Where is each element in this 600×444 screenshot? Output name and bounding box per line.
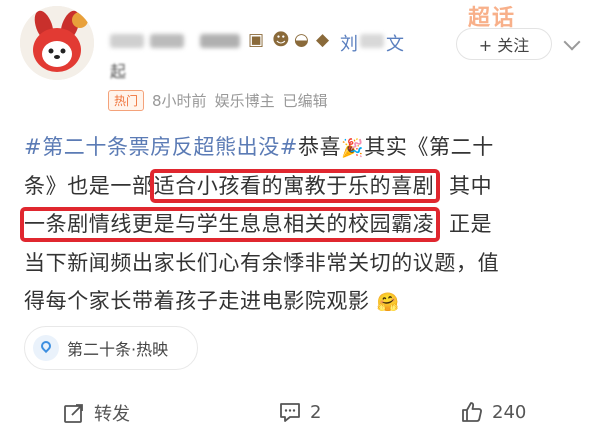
post-line: 一条剧情线更是与学生息息相关的校园霸凌 正是 bbox=[19, 205, 584, 244]
post-time: 8小时前 bbox=[152, 92, 207, 110]
post-line: 得每个家长带着孩子走进电影院观影 🤗 bbox=[24, 282, 584, 321]
hot-tag: 热门 bbox=[108, 90, 145, 111]
repost-button[interactable]: 转发 bbox=[62, 400, 130, 426]
badge-icon: ◆ bbox=[316, 30, 330, 50]
repost-icon bbox=[64, 404, 83, 423]
author-name-row[interactable]: ▣ ☻ ◒ ◆ 刘 文 bbox=[110, 30, 404, 55]
topic-label: 第二十条·热映 bbox=[67, 340, 169, 359]
badge-icon: ◒ bbox=[294, 30, 309, 50]
blurred-name bbox=[200, 34, 240, 48]
highlight-box: 适合小孩看的寓教于乐的喜剧 bbox=[149, 167, 441, 206]
like-button[interactable]: 240 bbox=[460, 400, 526, 424]
highlight-box: 一条剧情线更是与学生息息相关的校园霸凌 bbox=[19, 205, 441, 244]
party-popper-icon: 🎉 bbox=[341, 138, 365, 159]
comment-count: 2 bbox=[310, 401, 322, 423]
chevron-down-icon[interactable] bbox=[563, 33, 581, 51]
post-category: 娱乐博主 bbox=[214, 92, 275, 110]
avatar-image bbox=[20, 6, 94, 80]
post-text: 得每个家长带着孩子走进电影院观影 bbox=[24, 289, 370, 314]
hashtag-link[interactable]: #第二十条票房反超熊出没# bbox=[24, 135, 298, 159]
post-text: 条》也是一部 bbox=[24, 173, 154, 198]
comment-icon bbox=[280, 403, 300, 422]
post-text: 正是 bbox=[434, 212, 493, 237]
hug-emoji-icon: 🤗 bbox=[376, 292, 400, 314]
post-text: 其实《第二十 bbox=[364, 135, 494, 159]
post-meta: 热门 8小时前 娱乐博主 已编辑 bbox=[108, 90, 328, 111]
post-text: 恭喜 bbox=[298, 135, 342, 159]
topic-chip[interactable]: 第二十条·热映 bbox=[24, 326, 198, 370]
badge-icon: ☻ bbox=[272, 30, 290, 50]
edited-label[interactable]: 已编辑 bbox=[283, 90, 328, 111]
action-bar: 转发 2 240 bbox=[0, 396, 600, 432]
repost-label: 转发 bbox=[94, 404, 130, 425]
blurred-name bbox=[150, 34, 184, 48]
post-body: #第二十条票房反超熊出没#恭喜🎉其实《第二十 条》也是一部适合小孩看的寓教于乐的… bbox=[19, 128, 584, 321]
location-pin-icon bbox=[33, 335, 59, 361]
post-line: 当下新闻频出家长们心有余悸非常关切的议题，值 bbox=[24, 250, 500, 275]
comment-button[interactable]: 2 bbox=[278, 400, 321, 424]
like-count: 240 bbox=[492, 401, 527, 423]
avatar[interactable] bbox=[20, 6, 94, 80]
badge-icon: ▣ bbox=[248, 30, 265, 50]
post-line: 条》也是一部适合小孩看的寓教于乐的喜剧 其中 bbox=[24, 167, 584, 206]
post-line: #第二十条票房反超熊出没#恭喜🎉其实《第二十 bbox=[24, 128, 584, 167]
follow-button[interactable]: + 关注 bbox=[456, 28, 552, 60]
author-name-suffix: 文 bbox=[386, 34, 404, 55]
author-name: 刘 bbox=[340, 34, 358, 55]
blurred-name bbox=[360, 34, 384, 48]
author-name-tail: 起 bbox=[110, 62, 127, 81]
thumbs-up-icon bbox=[462, 402, 482, 422]
post-text: 其中 bbox=[434, 173, 493, 198]
blurred-name bbox=[110, 34, 144, 48]
